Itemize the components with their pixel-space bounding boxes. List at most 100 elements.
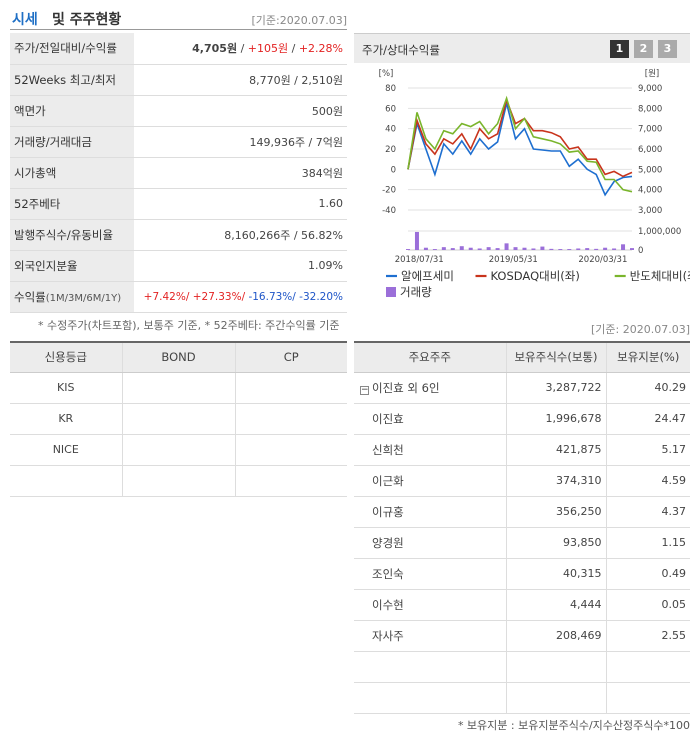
holder-name: 이근화 bbox=[354, 465, 506, 497]
holder-pct: 5.17 bbox=[605, 434, 690, 466]
y-right-unit: [원] bbox=[645, 69, 659, 79]
table-row: 이진효 1,996,678 24.47 bbox=[354, 403, 690, 435]
volume-bar bbox=[459, 246, 464, 250]
chart-header: 주가/상대수익률 1 2 3 bbox=[354, 33, 690, 63]
holder-pct: 24.47 bbox=[605, 403, 690, 435]
base-date: [기준:2020.07.03] bbox=[251, 14, 347, 27]
volume-bar bbox=[406, 249, 410, 250]
holder-group-name: 이진효 외 6인 bbox=[372, 380, 440, 395]
current-price: 4,705원 bbox=[192, 42, 238, 56]
volume-bar bbox=[423, 247, 428, 250]
holder-group[interactable]: − 이진효 외 6인 bbox=[354, 372, 506, 404]
volume-bar bbox=[441, 247, 446, 250]
summary-row: 52Weeks 최고/최저 8,770원 / 2,510원 bbox=[10, 64, 347, 96]
holder-shares: 4,444 bbox=[505, 589, 606, 621]
summary-value: 1.09% bbox=[134, 250, 347, 282]
volume-bar bbox=[612, 248, 617, 250]
credit-header: 신용등급 bbox=[10, 342, 122, 373]
legend-label: 거래량 bbox=[400, 285, 432, 299]
holder-name: 이진효 bbox=[354, 403, 506, 435]
section-header: 시세 및 주주현황 [기준:2020.07.03] bbox=[10, 6, 347, 30]
return-3m: +27.33% bbox=[192, 290, 242, 303]
legend-label: 알에프세미 bbox=[401, 269, 454, 283]
volume-bar bbox=[576, 248, 581, 250]
volume-bar bbox=[522, 247, 527, 250]
y-right-tick-label: 3,000 bbox=[638, 206, 662, 216]
vol-tick-label: 1,000,000 bbox=[638, 227, 681, 237]
table-row: 양경원 93,850 1.15 bbox=[354, 527, 690, 559]
collapse-icon[interactable]: − bbox=[360, 385, 369, 395]
table-row: − 이진효 외 6인 3,287,722 40.29 bbox=[354, 372, 690, 404]
summary-row: 수익률(1M/3M/6M/1Y) +7.42%/ +27.33%/ -16.73… bbox=[10, 281, 347, 313]
summary-value: 500원 bbox=[134, 95, 347, 127]
credit-agency: NICE bbox=[10, 434, 122, 466]
price-summary-table: 주가/전일대비/수익률 4,705원 / +105원 / +2.28% 52We… bbox=[10, 33, 347, 313]
holder-shares: 356,250 bbox=[505, 496, 606, 528]
credit-cp bbox=[234, 434, 347, 466]
summary-note: * 수정주가(차트포함), 보통주 기준, * 52주베타: 주간수익률 기준 bbox=[38, 319, 340, 332]
credit-bond bbox=[121, 434, 235, 466]
table-row: 자사주 208,469 2.55 bbox=[354, 620, 690, 652]
holder-pct: 0.05 bbox=[605, 589, 690, 621]
holder-pct: 40.29 bbox=[605, 372, 690, 404]
return-1y: -32.20% bbox=[299, 290, 343, 303]
summary-key: 시가총액 bbox=[10, 157, 134, 189]
table-row: 이근화 374,310 4.59 bbox=[354, 465, 690, 497]
y-left-tick-label: 40 bbox=[385, 125, 396, 135]
summary-row: 외국인지분율 1.09% bbox=[10, 250, 347, 282]
holder-shares: 93,850 bbox=[505, 527, 606, 559]
y-left-tick-label: -40 bbox=[382, 206, 396, 216]
holders-note: * 보유지분 : 보유지분주식수/지수산정주식수*100 bbox=[457, 719, 690, 732]
return-1m: +7.42% bbox=[143, 290, 186, 303]
summary-value: 149,936주 / 7억원 bbox=[134, 126, 347, 158]
summary-key: 52주베타 bbox=[10, 188, 134, 220]
volume-bar bbox=[504, 243, 509, 250]
holder-pct: 1.15 bbox=[605, 527, 690, 559]
volume-bar bbox=[450, 248, 455, 250]
table-row: 이수현 4,444 0.05 bbox=[354, 589, 690, 621]
volume-bar bbox=[513, 247, 518, 250]
summary-key: 액면가 bbox=[10, 95, 134, 127]
chart-tab-2[interactable]: 2 bbox=[634, 40, 653, 58]
summary-row: 액면가 500원 bbox=[10, 95, 347, 127]
y-left-tick-label: 80 bbox=[385, 84, 396, 94]
return-6m: -16.73% bbox=[248, 290, 293, 303]
volume-bar bbox=[486, 247, 491, 250]
price-diff: +105원 bbox=[247, 42, 289, 56]
volume-bar bbox=[567, 249, 572, 250]
y-right-tick-label: 6,000 bbox=[638, 145, 662, 155]
chart-tab-3[interactable]: 3 bbox=[658, 40, 677, 58]
volume-bar bbox=[630, 248, 634, 250]
y-left-unit: [%] bbox=[379, 69, 394, 79]
section-title: 및 주주현황 bbox=[52, 12, 122, 28]
table-row: 신희천 421,875 5.17 bbox=[354, 434, 690, 466]
volume-bar bbox=[414, 231, 419, 250]
chart-tab-1[interactable]: 1 bbox=[610, 40, 629, 58]
volume-bar bbox=[603, 247, 608, 250]
volume-bar bbox=[432, 249, 437, 250]
volume-bar bbox=[540, 246, 545, 250]
table-row bbox=[10, 465, 347, 497]
x-tick-label: 2018/07/31 bbox=[395, 255, 444, 265]
holder-name: 신희천 bbox=[354, 434, 506, 466]
credit-agency: KIS bbox=[10, 372, 122, 404]
chart-area: [%] [원] 80 9,000 60 8,000 40 7,000 20 6,000 0 5,000… bbox=[354, 63, 697, 309]
x-tick-label: 2020/03/31 bbox=[578, 255, 627, 265]
legend-label: 반도체대비(좌) bbox=[630, 269, 690, 283]
y-right-tick-label: 9,000 bbox=[638, 84, 662, 94]
summary-key: 외국인지분율 bbox=[10, 250, 134, 282]
holder-shares: 40,315 bbox=[505, 558, 606, 590]
section-title-highlight: 시세 bbox=[12, 12, 38, 28]
credit-cp bbox=[234, 372, 347, 404]
holder-name: 이규홍 bbox=[354, 496, 506, 528]
summary-key-label: 수익률 bbox=[14, 289, 46, 304]
summary-value: 384억원 bbox=[134, 157, 347, 189]
x-tick-label: 2019/05/31 bbox=[489, 255, 538, 265]
y-right-tick-label: 5,000 bbox=[638, 165, 662, 175]
holder-pct: 2.55 bbox=[605, 620, 690, 652]
y-right-tick-label: 8,000 bbox=[638, 104, 662, 114]
table-row: NICE bbox=[10, 434, 347, 466]
y-left-tick-label: 20 bbox=[385, 145, 396, 155]
summary-row: 주가/전일대비/수익률 4,705원 / +105원 / +2.28% bbox=[10, 33, 347, 65]
summary-row: 52주베타 1.60 bbox=[10, 188, 347, 220]
